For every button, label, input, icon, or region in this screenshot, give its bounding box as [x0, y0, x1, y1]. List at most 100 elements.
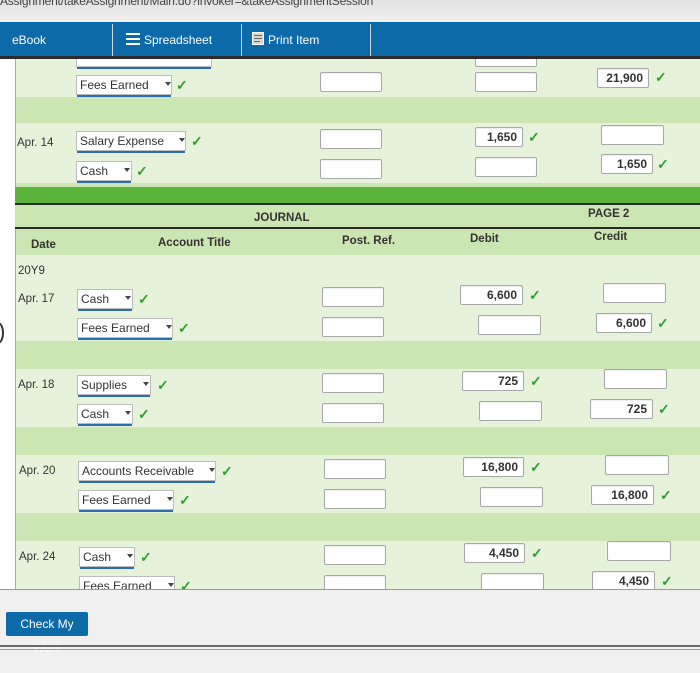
post-ref-input[interactable] [322, 287, 384, 307]
post-ref-input[interactable] [324, 545, 386, 565]
journal-title: JOURNAL [254, 212, 310, 224]
post-ref-input[interactable] [322, 317, 384, 337]
post-ref-input[interactable] [322, 403, 384, 423]
divider [0, 589, 700, 590]
account-select-cut[interactable] [76, 59, 212, 69]
debit-account-select[interactable]: Cash [77, 289, 133, 311]
debit-account-select[interactable]: Salary Expense [76, 131, 186, 153]
credit-input[interactable]: 21,900 [597, 68, 649, 88]
credit-account-value: Fees Earned [83, 579, 152, 589]
col-account-title: Account Title [158, 237, 231, 249]
caret-down-icon [143, 382, 149, 386]
credit-account-select[interactable]: Cash [76, 161, 132, 183]
credit-value: 21,900 [606, 71, 643, 85]
credit-account-select[interactable]: Fees Earned [79, 576, 175, 589]
debit-input[interactable] [479, 401, 542, 421]
check-icon: ✓ [138, 406, 150, 422]
check-icon: ✓ [658, 401, 670, 417]
debit-account-select[interactable]: Cash [79, 547, 135, 569]
caret-down-icon [125, 296, 131, 300]
caret-down-icon [209, 468, 215, 472]
debit-account-select[interactable]: Supplies [77, 375, 151, 397]
post-ref-input[interactable] [324, 489, 386, 509]
check-icon: ✓ [655, 69, 667, 85]
debit-input[interactable]: 16,800 [463, 457, 524, 477]
debit-value: 4,450 [488, 546, 519, 560]
debit-input[interactable]: 725 [462, 371, 524, 391]
debit-input-cut[interactable] [475, 59, 537, 67]
row-band [15, 427, 700, 455]
caret-down-icon [167, 497, 173, 501]
post-ref-input[interactable] [324, 575, 386, 589]
account-select[interactable]: Fees Earned [76, 75, 172, 97]
caret-down-icon [127, 554, 133, 558]
debit-input[interactable]: 1,650 [475, 127, 523, 147]
left-border [15, 229, 16, 589]
credit-account-select[interactable]: Fees Earned [78, 490, 174, 512]
debit-input[interactable]: 4,450 [464, 543, 525, 563]
divider [0, 649, 700, 650]
debit-account-value: Cash [83, 550, 112, 564]
post-ref-input[interactable] [324, 459, 386, 479]
check-icon: ✓ [191, 133, 203, 149]
print-item-button[interactable]: Print Item [252, 27, 319, 53]
credit-account-value: Cash [81, 407, 110, 421]
credit-account-select[interactable]: Cash [77, 404, 133, 426]
debit-input[interactable] [478, 315, 541, 335]
debit-account-value: Cash [81, 292, 110, 306]
credit-input[interactable]: 6,600 [596, 313, 652, 333]
toolbar-divider [241, 24, 242, 56]
credit-input[interactable] [604, 369, 667, 389]
entry-date: Apr. 17 [18, 293, 55, 305]
credit-value: 6,600 [615, 316, 646, 330]
entry-date: Apr. 20 [19, 465, 56, 477]
debit-input[interactable]: 6,600 [460, 285, 523, 305]
credit-input[interactable]: 725 [590, 399, 653, 419]
address-text: Assignment/takeAssignment/Main.do?invoke… [0, 0, 374, 8]
credit-input[interactable] [603, 283, 666, 303]
col-date: Date [31, 239, 56, 251]
check-icon: ✓ [531, 545, 543, 561]
credit-input[interactable]: 1,650 [601, 154, 653, 174]
credit-input[interactable] [601, 125, 664, 145]
check-icon: ✓ [176, 77, 188, 93]
check-icon: ✓ [136, 163, 148, 179]
list-icon [126, 28, 140, 54]
post-ref-input[interactable] [322, 373, 384, 393]
col-credit: Credit [594, 231, 628, 243]
toolbar-divider [112, 24, 113, 56]
entry-date: Apr. 24 [19, 551, 56, 563]
debit-input[interactable] [475, 157, 537, 177]
credit-input[interactable]: 16,800 [591, 485, 654, 505]
address-strip: Assignment/takeAssignment/Main.do?invoke… [0, 0, 700, 22]
caret-down-icon [124, 168, 130, 172]
credit-value: 725 [626, 402, 647, 416]
check-icon: ✓ [180, 578, 192, 589]
ebook-button[interactable]: eBook [12, 27, 46, 53]
check-icon: ✓ [157, 377, 169, 393]
credit-input[interactable] [607, 541, 671, 561]
post-ref-input[interactable] [320, 159, 382, 179]
check-my-work-button[interactable]: Check My Work [6, 612, 88, 655]
debit-value: 16,800 [481, 460, 518, 474]
check-icon: ✓ [528, 129, 540, 145]
caret-down-icon [125, 411, 131, 415]
divider [0, 645, 700, 647]
debit-account-select[interactable]: Accounts Receivable [78, 461, 216, 483]
post-ref-input[interactable] [320, 129, 382, 149]
debit-input[interactable] [480, 487, 543, 507]
credit-input[interactable]: 4,450 [592, 571, 655, 589]
debit-input[interactable] [475, 72, 537, 92]
check-icon: ✓ [660, 487, 672, 503]
debit-value: 1,650 [486, 130, 517, 144]
spreadsheet-button[interactable]: Spreadsheet [126, 27, 212, 53]
ebook-label: eBook [12, 33, 47, 47]
check-icon: ✓ [661, 573, 673, 589]
credit-input[interactable] [605, 455, 669, 475]
year-label: 20Y9 [18, 265, 45, 277]
spreadsheet-label: Spreadsheet [144, 33, 213, 47]
journal-area: Fees Earned ✓ 21,900 ✓ Apr. 14 Salary Ex… [0, 59, 700, 589]
credit-account-select[interactable]: Fees Earned [77, 318, 173, 340]
debit-input[interactable] [481, 573, 544, 589]
post-ref-input[interactable] [320, 72, 382, 92]
